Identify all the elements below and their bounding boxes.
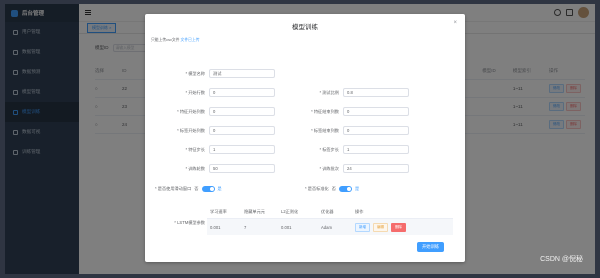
field-label-step: * 标签步长 1 bbox=[289, 145, 409, 154]
field-batch: * 训练批次 24 bbox=[289, 164, 409, 173]
lstm-table-header: 学习速率 隐藏单元元 L2正则化 优化器 操作 bbox=[207, 206, 453, 219]
lstm-params-table: 学习速率 隐藏单元元 L2正则化 优化器 操作 0.001 7 0.001 Ad… bbox=[207, 206, 453, 235]
training-dialog: 模型训练 × 只能上传csv文件 文件已上传 * 模型名称 测试 * 开始行数 … bbox=[145, 14, 465, 262]
upload-link[interactable]: 文件已上传 bbox=[181, 38, 200, 42]
feat-step-input[interactable]: 1 bbox=[209, 145, 275, 154]
field-feat-step: * 特征步长 1 bbox=[155, 145, 275, 154]
lstm-params-label: * LSTM模型参数 bbox=[174, 220, 205, 225]
field-epochs: * 训练轮数 50 bbox=[155, 164, 275, 173]
sliding-window-toggle[interactable] bbox=[201, 186, 215, 192]
normalize-switch-row: * 是否标准化 否 是 bbox=[305, 186, 360, 192]
field-start-row: * 开始行数 0 bbox=[155, 88, 275, 97]
test-ratio-input[interactable]: 0.8 bbox=[343, 88, 409, 97]
delete-param-button[interactable]: 删除 bbox=[391, 222, 406, 232]
watermark: CSDN @倪秘 bbox=[540, 256, 583, 263]
epochs-input[interactable]: 50 bbox=[209, 164, 275, 173]
sliding-window-switch-row: * 是否使用滑动窗口 否 是 bbox=[155, 186, 222, 192]
field-model-name: * 模型名称 测试 bbox=[155, 69, 275, 78]
edit-param-button[interactable]: 编辑 bbox=[373, 222, 388, 232]
model-name-input[interactable]: 测试 bbox=[209, 69, 275, 78]
upload-tip: 只能上传csv文件 文件已上传 bbox=[151, 38, 200, 42]
label-start-input[interactable]: 0 bbox=[209, 126, 275, 135]
dialog-title: 模型训练 bbox=[292, 24, 318, 31]
label-step-input[interactable]: 1 bbox=[343, 145, 409, 154]
field-label-start: * 标签开始列数 0 bbox=[155, 126, 275, 135]
field-test-ratio: * 测试比例 0.8 bbox=[289, 88, 409, 97]
batch-input[interactable]: 24 bbox=[343, 164, 409, 173]
label-end-input[interactable]: 0 bbox=[343, 126, 409, 135]
app-window: 后台管理 用户管理 数据管理 数据预测 模型管理 模型训练 数据可视 训练管理 … bbox=[5, 4, 595, 274]
close-icon[interactable]: × bbox=[453, 20, 457, 26]
field-feat-end: * 特征结束列数 0 bbox=[289, 107, 409, 116]
start-row-input[interactable]: 0 bbox=[209, 88, 275, 97]
feat-end-input[interactable]: 0 bbox=[343, 107, 409, 116]
start-training-button[interactable]: 开始训练 bbox=[417, 242, 445, 252]
feat-start-input[interactable]: 0 bbox=[209, 107, 275, 116]
table-row: 0.001 7 0.001 Adam 新增 编辑 删除 bbox=[207, 219, 453, 235]
normalize-toggle[interactable] bbox=[338, 186, 352, 192]
field-label-end: * 标签结束列数 0 bbox=[289, 126, 409, 135]
field-feat-start: * 特征开始列数 0 bbox=[155, 107, 275, 116]
add-param-button[interactable]: 新增 bbox=[355, 222, 370, 232]
